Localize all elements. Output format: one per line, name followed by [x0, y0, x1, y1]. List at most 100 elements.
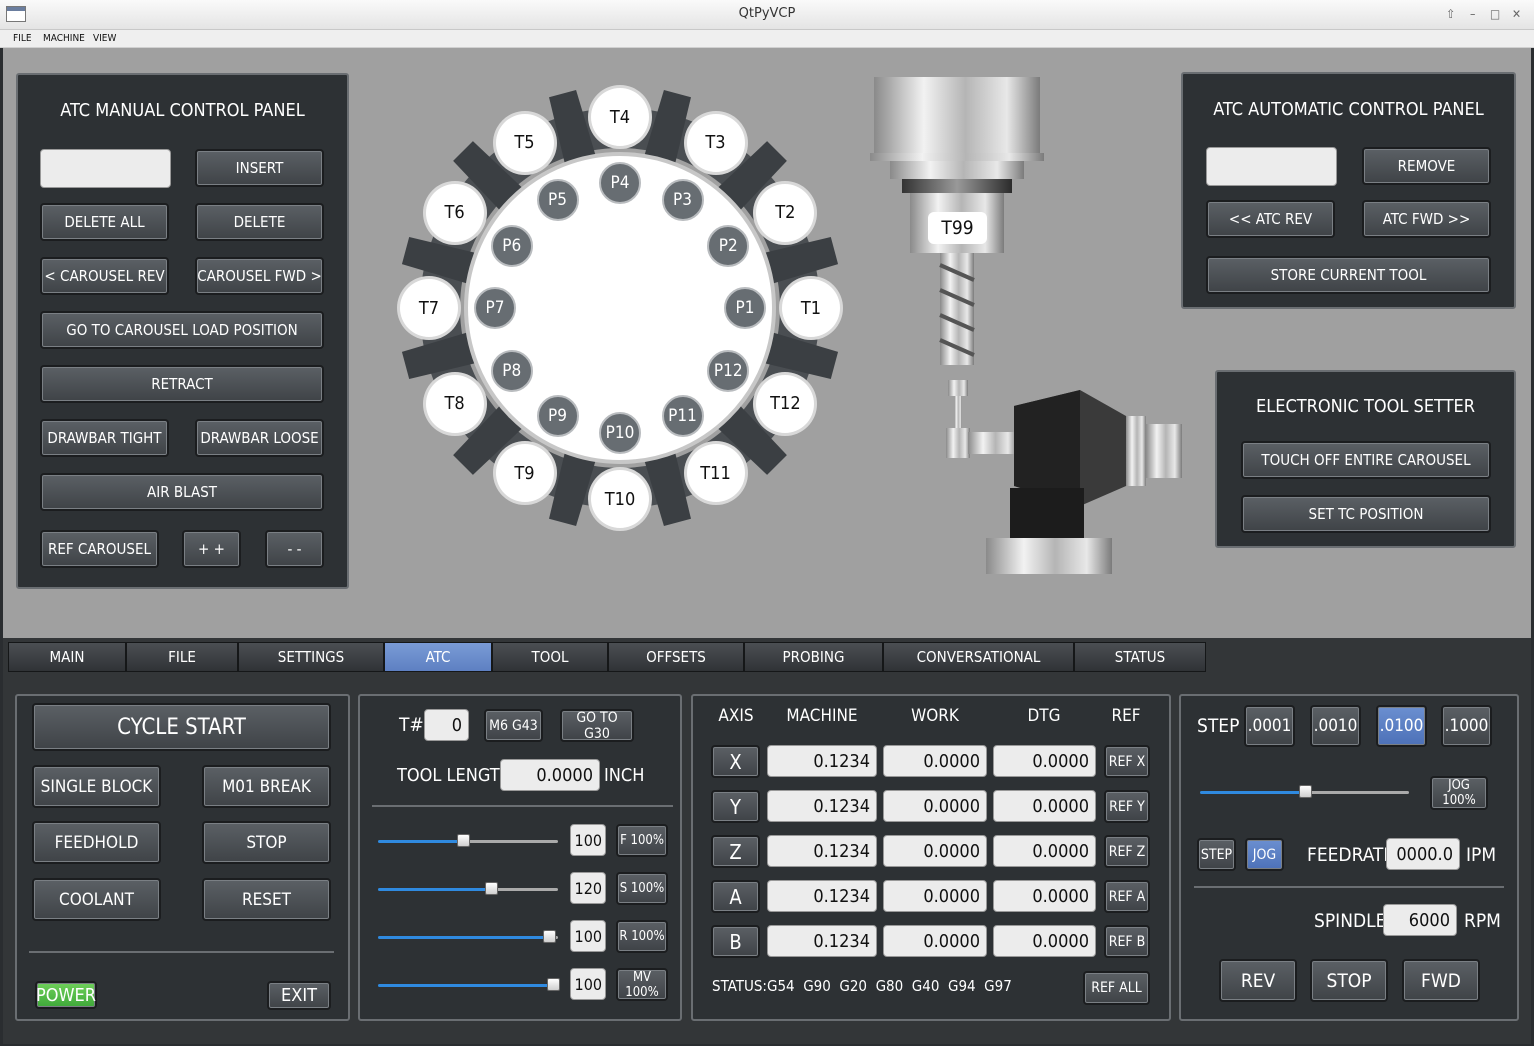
stop-button[interactable]: STOP — [202, 821, 331, 864]
carousel-tool-slot[interactable]: T5 — [495, 113, 554, 172]
ref-b-button[interactable]: REF B — [1104, 925, 1150, 958]
tab-conversational[interactable]: CONVERSATIONAL — [883, 642, 1074, 672]
override-value[interactable]: 100 — [570, 824, 606, 856]
override-value[interactable]: 100 — [570, 968, 606, 1000]
atc-rev-button[interactable]: << ATC REV — [1206, 200, 1335, 238]
ref-y-button[interactable]: REF Y — [1104, 790, 1150, 823]
set-tc-position-button[interactable]: SET TC POSITION — [1241, 495, 1491, 533]
menu-machine[interactable]: MACHINE — [43, 31, 85, 47]
axis-z-button[interactable]: Z — [711, 835, 760, 868]
coolant-button[interactable]: COOLANT — [32, 878, 161, 921]
feedrate-input[interactable]: 0000.0 — [1386, 838, 1460, 870]
tool-number-input[interactable]: 0 — [424, 709, 469, 741]
carousel-tool-slot[interactable]: T12 — [756, 374, 815, 433]
axis-y-button[interactable]: Y — [711, 790, 760, 823]
axis-a-button[interactable]: A — [711, 880, 760, 913]
menu-view[interactable]: VIEW — [93, 31, 116, 47]
carousel-tool-slot[interactable]: T3 — [686, 113, 745, 172]
carousel-tool-slot[interactable]: T10 — [591, 470, 649, 528]
tab-settings[interactable]: SETTINGS — [238, 642, 384, 672]
override-reset-button[interactable]: S 100% — [616, 872, 668, 905]
step-size-button[interactable]: .0100 — [1376, 705, 1427, 747]
step-size-button[interactable]: .0010 — [1310, 705, 1361, 747]
jog-slider-handle[interactable] — [1298, 785, 1312, 798]
single-block-button[interactable]: SINGLE BLOCK — [32, 765, 161, 808]
carousel-plus-button[interactable]: + + — [182, 530, 241, 568]
carousel-tool-slot[interactable]: T1 — [782, 279, 840, 337]
jog-percent-button[interactable]: JOG 100% — [1430, 776, 1488, 810]
ref-z-button[interactable]: REF Z — [1104, 835, 1150, 868]
tab-main[interactable]: MAIN — [8, 642, 126, 672]
minimize-icon[interactable]: – — [1470, 7, 1475, 21]
tool-length-input[interactable]: 0.0000 — [500, 759, 600, 791]
override-reset-button[interactable]: R 100% — [616, 920, 668, 953]
ref-carousel-button[interactable]: REF CAROUSEL — [40, 530, 159, 568]
spindle-stop-button[interactable]: STOP — [1310, 959, 1388, 1002]
override-slider-handle[interactable] — [543, 930, 556, 943]
step-size-button[interactable]: .1000 — [1441, 705, 1492, 747]
insert-button[interactable]: INSERT — [195, 149, 324, 187]
carousel-minus-button[interactable]: - - — [265, 530, 324, 568]
carousel-tool-slot[interactable]: T7 — [400, 279, 458, 337]
atc-fwd-button[interactable]: ATC FWD >> — [1362, 200, 1491, 238]
ref-a-button[interactable]: REF A — [1104, 880, 1150, 913]
close-icon[interactable]: ✕ — [1512, 7, 1521, 21]
manual-tool-input[interactable] — [40, 149, 171, 188]
axis-x-button[interactable]: X — [711, 745, 760, 778]
carousel-tool-slot[interactable]: T6 — [425, 183, 484, 242]
dro-header-work: WORK — [911, 706, 959, 726]
goto-g30-button[interactable]: GO TO G30 — [560, 709, 634, 742]
carousel-tool-slot[interactable]: T11 — [686, 444, 745, 503]
override-value[interactable]: 100 — [570, 920, 606, 952]
override-slider-handle[interactable] — [485, 882, 499, 895]
tab-file[interactable]: FILE — [126, 642, 238, 672]
reset-button[interactable]: RESET — [202, 878, 331, 921]
spindle-rpm-input[interactable]: 6000 — [1383, 904, 1457, 936]
m6-g43-button[interactable]: M6 G43 — [484, 709, 543, 742]
carousel-fwd-button[interactable]: CAROUSEL FWD > — [195, 257, 324, 295]
step-mode-button[interactable]: STEP — [1197, 838, 1236, 871]
carousel-tool-slot[interactable]: T8 — [425, 374, 484, 433]
store-current-tool-button[interactable]: STORE CURRENT TOOL — [1206, 256, 1491, 294]
power-button[interactable]: POWER — [35, 981, 97, 1009]
air-blast-button[interactable]: AIR BLAST — [40, 473, 324, 511]
tab-status[interactable]: STATUS — [1074, 642, 1206, 672]
jog-mode-button[interactable]: JOG — [1245, 838, 1284, 871]
override-value[interactable]: 120 — [570, 872, 606, 904]
tab-offsets[interactable]: OFFSETS — [608, 642, 744, 672]
exit-button[interactable]: EXIT — [267, 981, 331, 1010]
maximize-icon[interactable]: □ — [1490, 7, 1500, 21]
override-reset-button[interactable]: MV 100% — [616, 968, 668, 1001]
m01-break-button[interactable]: M01 BREAK — [202, 765, 331, 808]
goto-carousel-load-button[interactable]: GO TO CAROUSEL LOAD POSITION — [40, 311, 324, 349]
drawbar-loose-button[interactable]: DRAWBAR LOOSE — [195, 419, 324, 457]
carousel-tool-slot[interactable]: T2 — [756, 183, 815, 242]
carousel-tool-slot[interactable]: T4 — [591, 88, 649, 146]
spindle-fwd-button[interactable]: FWD — [1402, 959, 1480, 1002]
feedhold-button[interactable]: FEEDHOLD — [32, 821, 161, 864]
step-size-button[interactable]: .0001 — [1244, 705, 1295, 747]
ref-x-button[interactable]: REF X — [1104, 745, 1150, 778]
override-slider-handle[interactable] — [546, 978, 560, 991]
carousel-tool-slot[interactable]: T9 — [495, 444, 554, 503]
tab-atc[interactable]: ATC — [384, 642, 492, 672]
tab-tool[interactable]: TOOL — [492, 642, 608, 672]
tab-probing[interactable]: PROBING — [744, 642, 883, 672]
remove-button[interactable]: REMOVE — [1362, 147, 1491, 185]
touch-off-carousel-button[interactable]: TOUCH OFF ENTIRE CAROUSEL — [1241, 441, 1491, 479]
menu-file[interactable]: FILE — [13, 31, 32, 47]
ref-all-button[interactable]: REF ALL — [1083, 971, 1150, 1005]
drawbar-tight-button[interactable]: DRAWBAR TIGHT — [40, 419, 169, 457]
delete-button[interactable]: DELETE — [195, 203, 324, 241]
override-slider-handle[interactable] — [456, 834, 470, 847]
override-reset-button[interactable]: F 100% — [616, 824, 668, 857]
delete-all-button[interactable]: DELETE ALL — [40, 203, 169, 241]
axis-b-button[interactable]: B — [711, 925, 760, 958]
cycle-start-button[interactable]: CYCLE START — [32, 703, 331, 751]
auto-tool-input[interactable] — [1206, 147, 1337, 186]
spindle-rev-button[interactable]: REV — [1219, 959, 1297, 1002]
spindle-body — [874, 77, 1040, 157]
keep-above-icon[interactable]: ⇧ — [1446, 7, 1455, 21]
carousel-rev-button[interactable]: < CAROUSEL REV — [40, 257, 169, 295]
retract-button[interactable]: RETRACT — [40, 365, 324, 403]
